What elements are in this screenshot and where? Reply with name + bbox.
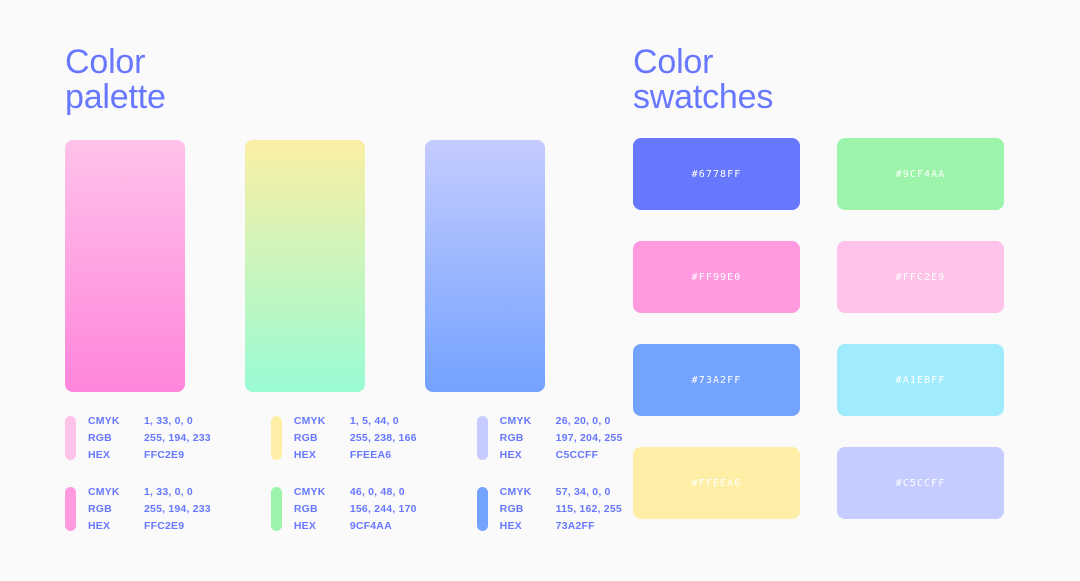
swatch-hex-label: #A1EBFF	[895, 374, 946, 386]
rgb-value: 255, 238, 166	[349, 432, 417, 444]
color-values-table: CMYK 46, 0, 48, 0 RGB 156, 244, 170 HEX …	[294, 485, 417, 534]
cmyk-label: CMYK	[88, 486, 120, 498]
color-info-row: CMYK 26, 20, 0, 0 RGB 197, 204, 255 HEX …	[476, 414, 623, 463]
gradient-bar-group	[65, 140, 565, 392]
swatch-hex-label: #FFC2E9	[895, 271, 946, 283]
swatch-tile[interactable]: #FF99E0	[633, 241, 800, 313]
hex-label: HEX	[499, 520, 522, 532]
color-palette-page: Color palette Color swatches CMYK 1, 33,…	[0, 0, 1080, 581]
color-values-table: CMYK 26, 20, 0, 0 RGB 197, 204, 255 HEX …	[500, 414, 623, 463]
hex-label: HEX	[293, 449, 317, 461]
color-info-group: CMYK 1, 33, 0, 0 RGB 255, 194, 233 HEX F…	[65, 414, 622, 534]
color-values-table: CMYK 1, 33, 0, 0 RGB 255, 194, 233 HEX F…	[88, 485, 211, 534]
color-values-table: CMYK 1, 33, 0, 0 RGB 255, 194, 233 HEX F…	[88, 414, 211, 463]
rgb-label: RGB	[293, 503, 318, 515]
color-chip	[65, 487, 76, 531]
swatch-tile[interactable]: #FFEEA6	[633, 447, 800, 519]
color-info-row: CMYK 1, 5, 44, 0 RGB 255, 238, 166 HEX F…	[270, 414, 417, 463]
swatch-grid: #6778FF #9CF4AA #FF99E0 #FFC2E9 #73A2FF …	[633, 138, 1004, 519]
rgb-label: RGB	[293, 432, 318, 444]
color-chip	[270, 487, 282, 531]
swatch-tile[interactable]: #A1EBFF	[837, 344, 1004, 416]
page-title-color-palette: Color palette	[65, 43, 166, 116]
color-info-row: CMYK 1, 33, 0, 0 RGB 255, 194, 233 HEX F…	[65, 485, 211, 534]
color-info-column-1: CMYK 1, 33, 0, 0 RGB 255, 194, 233 HEX F…	[65, 414, 211, 534]
swatch-hex-label: #C5CCFF	[895, 477, 946, 489]
gradient-column-3	[425, 140, 545, 392]
hex-label: HEX	[293, 520, 317, 532]
swatch-tile[interactable]: #9CF4AA	[837, 138, 1004, 210]
hex-label: HEX	[499, 449, 522, 461]
swatch-hex-label: #6778FF	[691, 168, 742, 180]
color-chip	[476, 416, 488, 460]
cmyk-value: 1, 33, 0, 0	[144, 415, 193, 427]
color-chip	[65, 416, 76, 460]
cmyk-label: CMYK	[499, 415, 532, 427]
swatch-tile[interactable]: #FFC2E9	[837, 241, 1004, 313]
hex-value: 73A2FF	[555, 520, 595, 532]
swatch-tile[interactable]: #C5CCFF	[837, 447, 1004, 519]
cmyk-value: 1, 33, 0, 0	[144, 486, 193, 498]
gradient-column-2	[245, 140, 365, 392]
color-chip	[476, 487, 488, 531]
hex-label: HEX	[88, 449, 111, 461]
color-info-row: CMYK 57, 34, 0, 0 RGB 115, 162, 255 HEX …	[476, 485, 623, 534]
cmyk-label: CMYK	[88, 415, 120, 427]
swatch-hex-label: #FFEEA6	[691, 477, 742, 489]
rgb-label: RGB	[499, 432, 524, 444]
cmyk-value: 57, 34, 0, 0	[555, 486, 611, 498]
color-values-table: CMYK 1, 5, 44, 0 RGB 255, 238, 166 HEX F…	[294, 414, 417, 463]
cmyk-value: 46, 0, 48, 0	[349, 486, 405, 498]
color-chip	[270, 416, 282, 460]
hex-value: C5CCFF	[555, 449, 599, 461]
rgb-label: RGB	[88, 503, 112, 515]
gradient-column-1	[65, 140, 185, 392]
rgb-value: 255, 194, 233	[144, 432, 211, 444]
gradient-bar-yellow-green	[245, 140, 365, 392]
swatch-tile[interactable]: #73A2FF	[633, 344, 800, 416]
hex-value: FFEEA6	[349, 449, 392, 461]
rgb-value: 255, 194, 233	[144, 503, 211, 515]
gradient-bar-pink	[65, 140, 185, 392]
color-info-column-2: CMYK 1, 5, 44, 0 RGB 255, 238, 166 HEX F…	[270, 414, 417, 534]
cmyk-label: CMYK	[293, 415, 326, 427]
swatch-hex-label: #73A2FF	[691, 374, 742, 386]
swatch-tile[interactable]: #6778FF	[633, 138, 800, 210]
color-info-row: CMYK 1, 33, 0, 0 RGB 255, 194, 233 HEX F…	[65, 414, 211, 463]
color-info-row: CMYK 46, 0, 48, 0 RGB 156, 244, 170 HEX …	[270, 485, 417, 534]
hex-label: HEX	[88, 520, 111, 532]
swatch-hex-label: #FF99E0	[691, 271, 742, 283]
page-title-color-swatches: Color swatches	[633, 43, 774, 116]
cmyk-value: 26, 20, 0, 0	[555, 415, 611, 427]
rgb-value: 197, 204, 255	[555, 432, 623, 444]
rgb-value: 115, 162, 255	[555, 503, 622, 515]
cmyk-label: CMYK	[293, 486, 326, 498]
color-info-column-3: CMYK 26, 20, 0, 0 RGB 197, 204, 255 HEX …	[476, 414, 623, 534]
swatch-hex-label: #9CF4AA	[895, 168, 946, 180]
rgb-label: RGB	[88, 432, 112, 444]
hex-value: 9CF4AA	[349, 520, 392, 532]
cmyk-label: CMYK	[499, 486, 532, 498]
color-values-table: CMYK 57, 34, 0, 0 RGB 115, 162, 255 HEX …	[500, 485, 622, 534]
cmyk-value: 1, 5, 44, 0	[349, 415, 399, 427]
hex-value: FFC2E9	[144, 520, 185, 532]
rgb-label: RGB	[499, 503, 524, 515]
gradient-bar-blue	[425, 140, 545, 392]
rgb-value: 156, 244, 170	[349, 503, 417, 515]
hex-value: FFC2E9	[144, 449, 185, 461]
